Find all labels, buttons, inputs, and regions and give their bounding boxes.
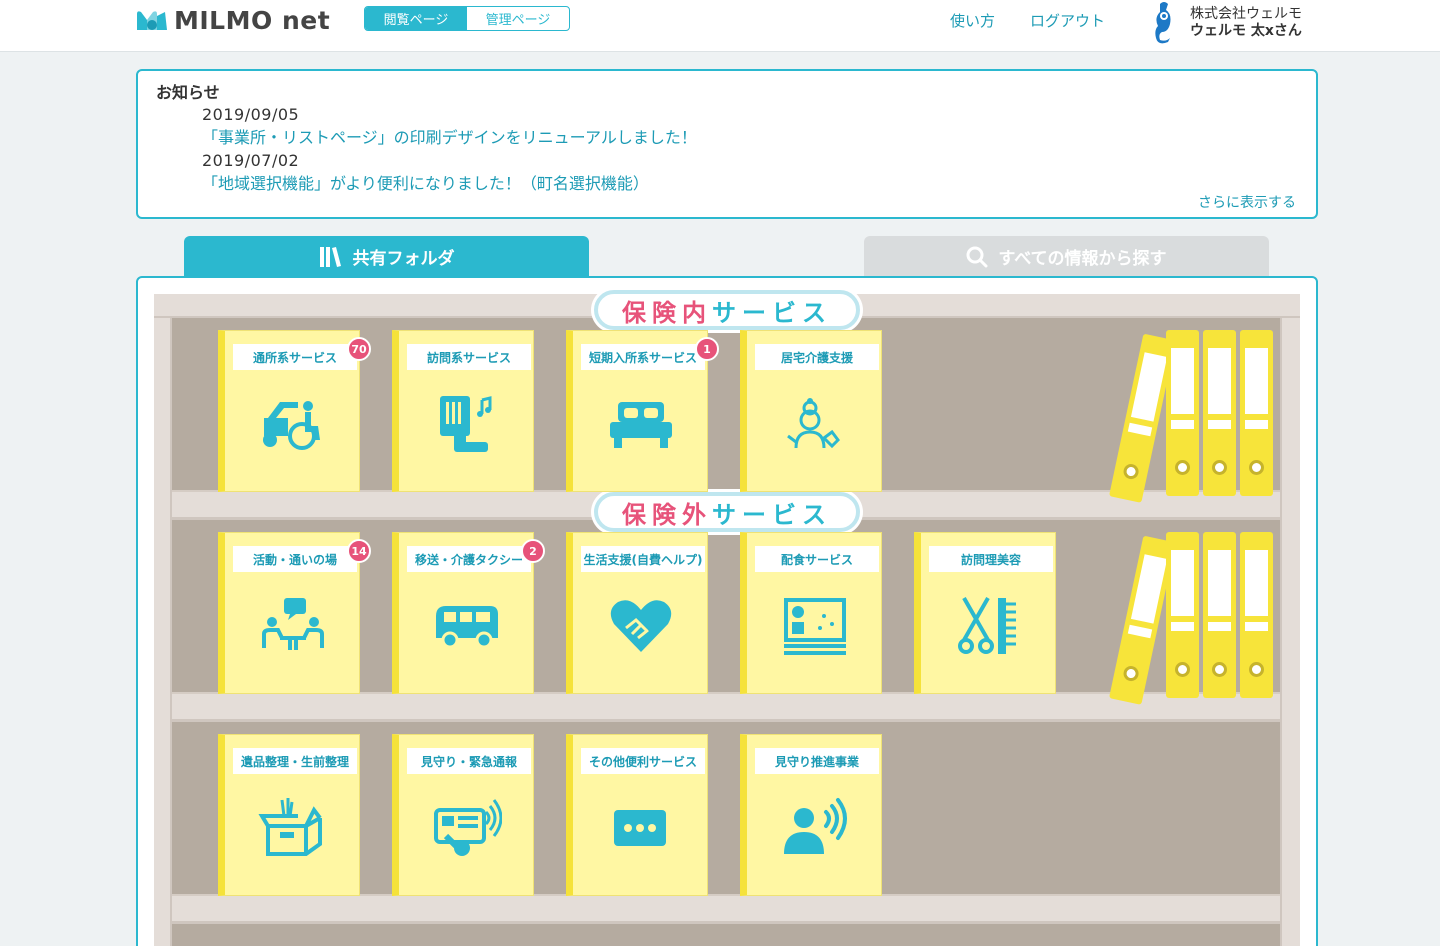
- section-char: 内: [682, 298, 712, 327]
- more-icon: [601, 793, 681, 863]
- tab-shared-label: 共有フォルダ: [352, 249, 455, 269]
- section-char: ビ: [772, 298, 802, 327]
- folder-book[interactable]: 見守り推進事業: [740, 734, 882, 896]
- notice-date: 2019/07/02: [202, 151, 300, 170]
- notice-link[interactable]: 「事業所・リストページ」の印刷デザインをリニューアルしました！: [202, 124, 697, 148]
- notice-item: 2019/07/02 「地域選択機能」がより便利になりました！（町名選択機能）: [202, 151, 649, 194]
- section-char: サ: [712, 500, 742, 529]
- mode-admin-button[interactable]: 管理ページ: [467, 7, 569, 30]
- emergency-call-icon: [427, 793, 507, 863]
- section-char: ー: [742, 298, 772, 327]
- count-badge: 70: [347, 337, 371, 361]
- binder-decoration: [1166, 532, 1199, 698]
- mode-switch[interactable]: 閲覧ページ 管理ページ: [364, 6, 570, 31]
- binder-decoration: [1203, 330, 1236, 496]
- mode-view-button[interactable]: 閲覧ページ: [365, 7, 467, 30]
- book-label: 生活支援(自費ヘルプ): [581, 546, 705, 572]
- binder-decoration: [1203, 532, 1236, 698]
- search-icon: [966, 246, 988, 267]
- user-name: ウェルモ 太xさん: [1190, 23, 1302, 39]
- shelf-side: [154, 294, 172, 946]
- care-worker-icon: [775, 389, 855, 459]
- section-char: ス: [802, 298, 832, 327]
- folder-book[interactable]: 生活支援(自費ヘルプ): [566, 532, 708, 694]
- meal-box-icon: [775, 591, 855, 661]
- shelf-board: [172, 894, 1280, 924]
- notice-more-link[interactable]: さらに表示する: [1198, 192, 1296, 212]
- folder-book[interactable]: 活動・通いの場 14: [218, 532, 371, 694]
- shelf-side: [1280, 294, 1300, 946]
- van-icon: [427, 591, 507, 661]
- book-label: 訪問系サービス: [407, 344, 531, 370]
- box-icon: [253, 793, 333, 863]
- notice-date: 2019/09/05: [202, 105, 300, 124]
- scissors-comb-icon: [949, 591, 1029, 661]
- notice-item: 2019/09/05 「事業所・リストページ」の印刷デザインをリニューアルしまし…: [202, 105, 697, 148]
- section-char: 険: [652, 298, 682, 327]
- conversation-icon: [253, 591, 333, 661]
- bed-icon: [601, 389, 681, 459]
- section-char: ー: [742, 500, 772, 529]
- section-char: サ: [712, 298, 742, 327]
- shelf-panel: 保 険 内 サ ー ビ ス 保 険 外 サ ー ビ ス 通所系サービス 70 訪…: [136, 276, 1318, 946]
- bookshelf: 保 険 内 サ ー ビ ス 保 険 外 サ ー ビ ス 通所系サービス 70 訪…: [154, 290, 1300, 946]
- notice-title: お知らせ: [156, 83, 220, 102]
- header: MILMO net 閲覧ページ 管理ページ 使い方 ログアウト 株式会社ウェルモ…: [0, 0, 1440, 52]
- section-char: ビ: [772, 500, 802, 529]
- user-area[interactable]: 株式会社ウェルモ ウェルモ 太xさん: [1148, 0, 1328, 44]
- book-label: 見守り推進事業: [755, 748, 879, 774]
- count-badge: 2: [521, 539, 545, 563]
- help-link[interactable]: 使い方: [950, 10, 995, 31]
- folder-book[interactable]: 居宅介護支援: [740, 330, 882, 492]
- book-label: 訪問理美容: [929, 546, 1053, 572]
- books-icon: [319, 246, 341, 267]
- binder-decoration: [1166, 330, 1199, 496]
- notice-panel: お知らせ 2019/09/05 「事業所・リストページ」の印刷デザインをリニュー…: [136, 69, 1318, 219]
- person-voice-icon: [775, 793, 855, 863]
- folder-book[interactable]: 訪問系サービス: [392, 330, 534, 492]
- book-label: 短期入所系サービス: [581, 344, 705, 370]
- folder-book[interactable]: 通所系サービス 70: [218, 330, 371, 492]
- folder-book[interactable]: 移送・介護タクシー 2: [392, 532, 545, 694]
- heart-handshake-icon: [601, 591, 681, 661]
- section-char: 外: [682, 500, 712, 529]
- wheelchair-vehicle-icon: [253, 389, 333, 459]
- binder-decoration: [1240, 330, 1273, 496]
- doorbell-icon: [427, 389, 507, 459]
- folder-book[interactable]: その他便利サービス: [566, 734, 708, 896]
- folder-book[interactable]: 配食サービス: [740, 532, 882, 694]
- count-badge: 14: [347, 539, 371, 563]
- tab-shared-folder[interactable]: 共有フォルダ: [184, 236, 589, 277]
- book-label: 遺品整理・生前整理: [233, 748, 357, 774]
- book-label: 移送・介護タクシー: [407, 546, 531, 572]
- section-char: ス: [802, 500, 832, 529]
- book-label: 居宅介護支援: [755, 344, 879, 370]
- book-label: 見守り・緊急通報: [407, 748, 531, 774]
- mascot-avatar-icon: [1155, 2, 1171, 44]
- notice-link[interactable]: 「地域選択機能」がより便利になりました！（町名選択機能）: [202, 170, 649, 194]
- milmo-logo-icon: [137, 11, 167, 31]
- folder-book[interactable]: 見守り・緊急通報: [392, 734, 534, 896]
- folder-book[interactable]: 訪問理美容: [914, 532, 1056, 694]
- folder-book[interactable]: 短期入所系サービス 1: [566, 330, 719, 492]
- tab-search-label: すべての情報から探す: [998, 249, 1167, 269]
- book-label: 通所系サービス: [233, 344, 357, 370]
- count-badge: 1: [695, 337, 719, 361]
- section-char: 険: [652, 500, 682, 529]
- book-label: その他便利サービス: [581, 748, 705, 774]
- section-char: 保: [622, 500, 652, 529]
- folder-book[interactable]: 遺品整理・生前整理: [218, 734, 360, 896]
- section-insured-badge: 保 険 内 サ ー ビ ス: [594, 290, 860, 330]
- logout-link[interactable]: ログアウト: [1030, 10, 1105, 31]
- tab-search-all[interactable]: すべての情報から探す: [864, 236, 1269, 277]
- section-uninsured-badge: 保 険 外 サ ー ビ ス: [594, 492, 860, 532]
- binder-decoration: [1240, 532, 1273, 698]
- logo-text: MILMO net: [174, 5, 331, 35]
- book-label: 配食サービス: [755, 546, 879, 572]
- section-char: 保: [622, 298, 652, 327]
- logo[interactable]: MILMO net: [135, 5, 331, 35]
- book-label: 活動・通いの場: [233, 546, 357, 572]
